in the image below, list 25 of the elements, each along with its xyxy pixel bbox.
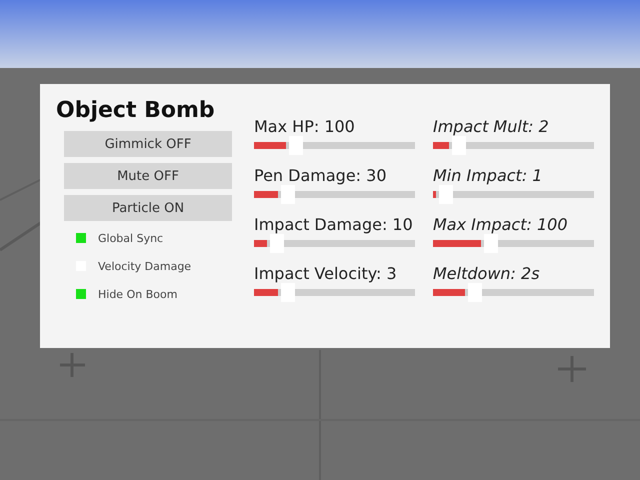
slider-handle[interactable] [468,283,482,302]
slider-label: Min Impact: 1 [433,166,544,185]
slider-label: Pen Damage: 30 [254,166,388,185]
toggle-button[interactable]: Particle ON [64,195,232,221]
slider-handle[interactable] [439,185,454,204]
slider-label: Max Impact: 100 [433,215,569,234]
checkbox-label: Hide On Boom [98,288,178,300]
slider-handle[interactable] [452,136,466,155]
slider-handle[interactable] [281,185,296,204]
slider-handle[interactable] [484,234,498,253]
slider-label: Meltdown: 2s [433,264,541,283]
slider-label: Impact Damage: 10 [254,215,414,234]
checkbox[interactable] [76,289,86,299]
toggle-button[interactable]: Mute OFF [64,163,232,189]
panel-title: Object Bomb [56,98,216,123]
checkbox-label: Velocity Damage [98,260,192,272]
slider-handle[interactable] [281,283,296,302]
slider-handle[interactable] [270,234,284,253]
slider-label: Max HP: 100 [254,117,356,136]
slider-label: Impact Mult: 2 [433,117,550,136]
slider-label: Impact Velocity: 3 [254,264,398,283]
slider-handle[interactable] [289,136,304,155]
toggle-button[interactable]: Gimmick OFF [64,131,232,157]
checkbox[interactable] [76,233,86,243]
checkbox-label: Global Sync [98,232,164,244]
